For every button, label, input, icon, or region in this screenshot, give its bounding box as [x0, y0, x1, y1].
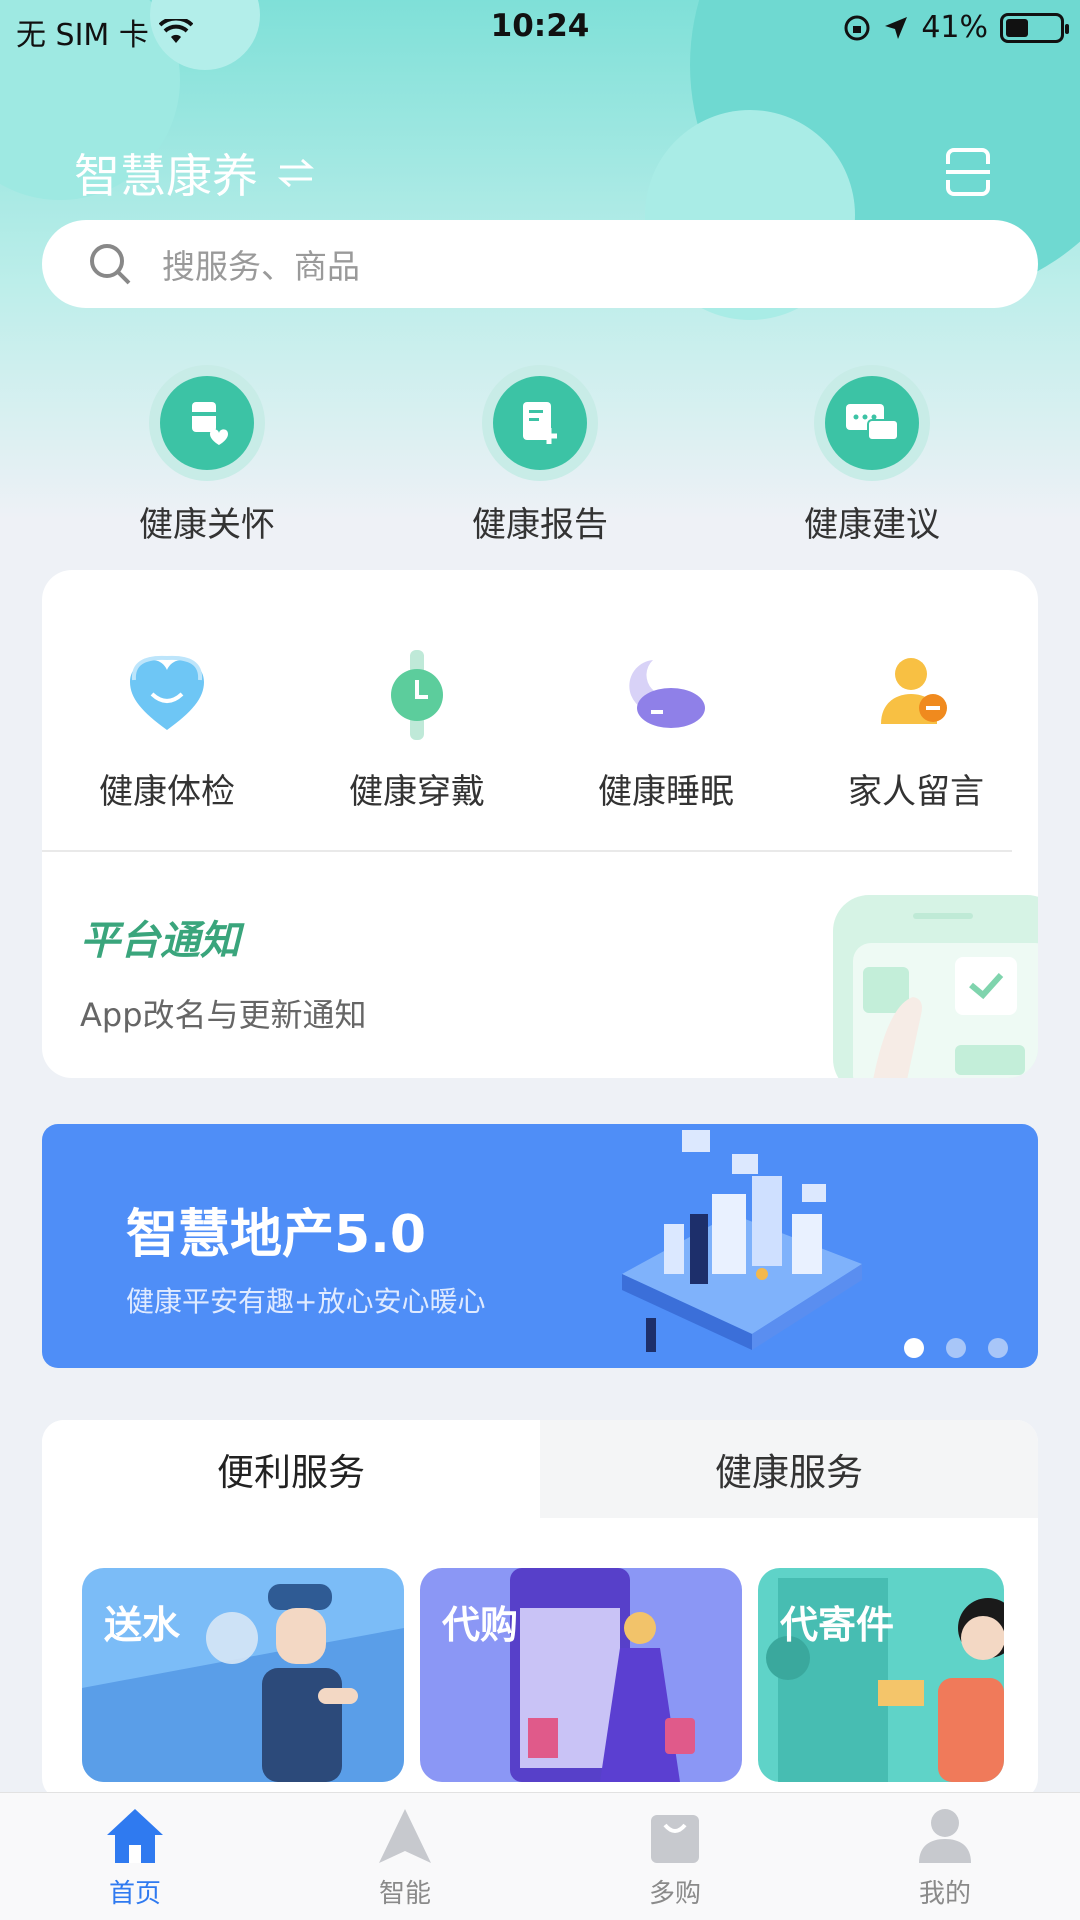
search-placeholder: 搜服务、商品	[162, 247, 360, 286]
grid-item-sleep[interactable]: 健康睡眠	[566, 650, 766, 813]
notice-text[interactable]: App改名与更新通知	[80, 990, 367, 1036]
service-tabs: 便利服务 健康服务	[42, 1420, 1038, 1518]
location-arrow-icon	[885, 16, 908, 39]
tab-home[interactable]: 首页	[55, 1807, 215, 1910]
status-bar: 无 SIM 卡 10:24 41%	[0, 0, 1080, 54]
service-parcel[interactable]: 代寄件	[758, 1568, 1004, 1782]
grid-label: 家人留言	[848, 772, 984, 812]
heart-face-icon	[130, 655, 204, 730]
service-water-delivery[interactable]: 送水	[82, 1568, 404, 1782]
health-report-button[interactable]: 健康报告	[450, 365, 630, 546]
tab-label: 首页	[108, 1879, 161, 1909]
battery-icon	[1000, 12, 1069, 43]
grid-label: 健康体检	[99, 772, 235, 812]
family-message-icon	[881, 658, 947, 724]
bottom-tab-bar: 首页 智能 多购 我的	[0, 1792, 1080, 1920]
top-actions: 健康关怀 健康报告 健康建议	[0, 365, 1080, 545]
grid-item-health-check[interactable]: 健康体检	[67, 650, 267, 813]
watch-icon	[391, 650, 443, 740]
banner-subtitle: 健康平安有趣+放心安心暖心	[126, 1285, 486, 1318]
health-report-icon	[523, 402, 557, 444]
sleep-moon-icon	[629, 660, 705, 728]
tab-mine[interactable]: 我的	[865, 1807, 1025, 1910]
grid-label: 健康穿戴	[349, 772, 485, 812]
grid-item-family-message[interactable]: 家人留言	[816, 650, 1016, 813]
tab-label: 智能	[378, 1879, 431, 1909]
health-advice-icon	[846, 404, 899, 441]
carousel-dot[interactable]	[988, 1338, 1008, 1358]
carousel-dot-active[interactable]	[904, 1338, 924, 1358]
tab-label: 多购	[648, 1879, 701, 1909]
divider	[42, 850, 1012, 852]
promo-banner[interactable]: 智慧地产5.0 健康平安有趣+放心安心暖心	[42, 1124, 1038, 1368]
battery-percent: 41%	[921, 10, 988, 45]
app-title[interactable]: 智慧康养	[74, 140, 258, 206]
tab-smart[interactable]: 智能	[325, 1807, 485, 1910]
swap-icon[interactable]	[276, 157, 316, 189]
banner-title: 智慧地产5.0	[126, 1205, 427, 1265]
smart-city-illustration	[622, 1130, 862, 1352]
carousel-dot[interactable]	[946, 1338, 966, 1358]
notice-title: 平台通知	[80, 918, 240, 964]
search-icon	[90, 244, 131, 285]
health-advice-label: 健康建议	[804, 505, 940, 545]
services-panel: 便利服务 健康服务 送水 代购 代寄件	[42, 1420, 1038, 1800]
feature-card: 健康体检 健康穿戴 健康睡眠 家人留言 平台通知 App改名与更新通知	[42, 570, 1038, 1078]
navigate-icon	[379, 1809, 431, 1863]
user-icon	[919, 1809, 971, 1863]
service-label: 代寄件	[780, 1603, 895, 1647]
grid-item-wearable[interactable]: 健康穿戴	[317, 650, 517, 813]
tab-health[interactable]: 健康服务	[540, 1420, 1038, 1518]
service-label: 代购	[442, 1603, 519, 1647]
tab-label: 我的	[918, 1879, 971, 1909]
feature-grid: 健康体检 健康穿戴 健康睡眠 家人留言	[42, 650, 1038, 850]
health-care-label: 健康关怀	[139, 505, 275, 545]
shopping-bag-icon	[651, 1815, 699, 1863]
service-items: 送水 代购 代寄件	[82, 1568, 1038, 1782]
rotation-lock-icon	[844, 15, 870, 40]
scan-icon[interactable]	[944, 148, 992, 196]
grid-label: 健康睡眠	[598, 772, 734, 812]
tab-convenience[interactable]: 便利服务	[42, 1420, 540, 1518]
search-bar[interactable]: 搜服务、商品	[42, 220, 1038, 308]
carousel-dots[interactable]	[904, 1338, 1008, 1358]
tab-shop[interactable]: 多购	[595, 1807, 755, 1910]
home-icon	[107, 1809, 163, 1863]
service-shopping[interactable]: 代购	[420, 1568, 742, 1782]
health-report-label: 健康报告	[472, 505, 608, 545]
health-care-button[interactable]: 健康关怀	[117, 365, 297, 546]
service-label: 送水	[104, 1603, 181, 1647]
health-care-icon	[192, 402, 228, 445]
app-header: 智慧康养	[74, 140, 316, 206]
notice-illustration	[833, 895, 1038, 1078]
health-advice-button[interactable]: 健康建议	[782, 365, 962, 546]
